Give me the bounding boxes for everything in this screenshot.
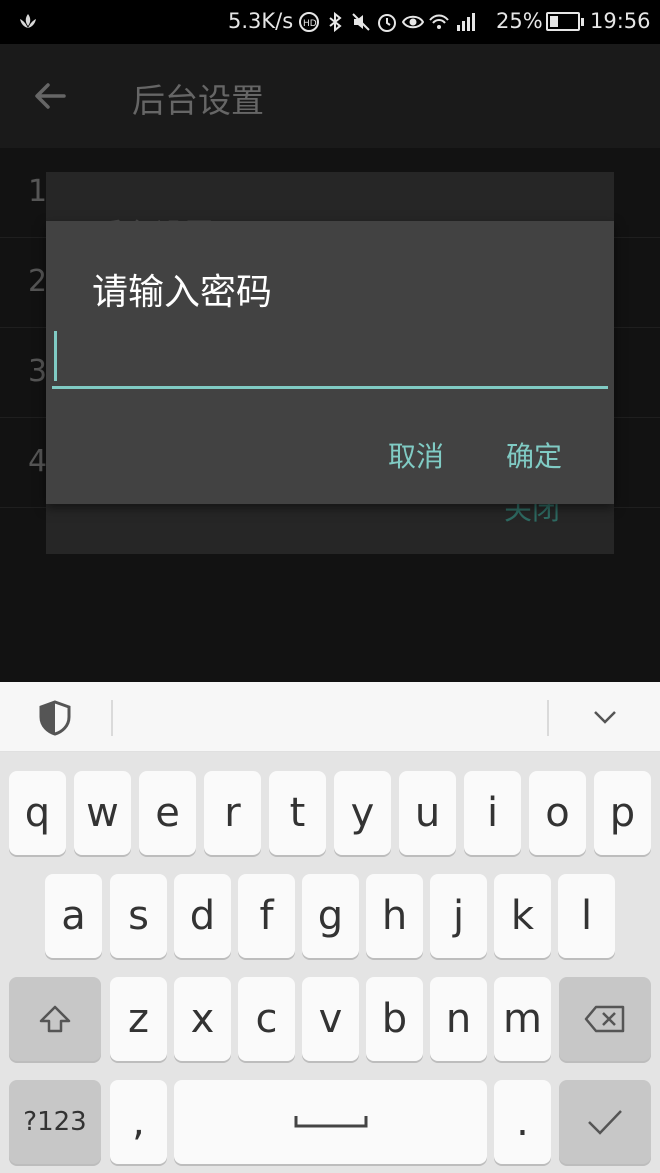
key-f[interactable]: f xyxy=(238,874,295,958)
key-u[interactable]: u xyxy=(399,771,456,855)
shield-icon[interactable] xyxy=(38,700,72,736)
key-b[interactable]: b xyxy=(366,977,423,1061)
password-input[interactable] xyxy=(52,327,608,389)
list-item-number: 3 xyxy=(28,354,48,389)
shift-icon xyxy=(39,1005,71,1033)
enter-key[interactable] xyxy=(559,1080,651,1164)
key-n[interactable]: n xyxy=(430,977,487,1061)
checkmark-icon xyxy=(588,1110,622,1135)
status-icons: HD xyxy=(298,9,476,35)
password-dialog: 请输入密码 取消 确定 xyxy=(46,221,614,504)
shift-key[interactable] xyxy=(9,977,101,1061)
network-speed: 5.3K/s xyxy=(228,9,294,33)
status-bar: 5.3K/s HD 25% 19:56 xyxy=(0,0,660,44)
cancel-button[interactable]: 取消 xyxy=(388,435,444,475)
page-title: 后台设置 xyxy=(132,81,264,120)
space-key[interactable] xyxy=(174,1080,487,1164)
symbols-key[interactable]: ?123 xyxy=(9,1080,101,1164)
comma-key[interactable]: , xyxy=(110,1080,167,1164)
soft-keyboard: q w e r t y u i o p a s d f g h j k l z … xyxy=(0,752,660,1173)
mute-icon xyxy=(350,11,372,33)
key-p[interactable]: p xyxy=(594,771,651,855)
key-z[interactable]: z xyxy=(110,977,167,1061)
key-j[interactable]: j xyxy=(430,874,487,958)
alarm-icon xyxy=(376,11,398,33)
backspace-icon xyxy=(584,1005,625,1033)
screen: 5.3K/s HD 25% 19:56 后台设置 1 2 3 4 关闭 请输入密… xyxy=(0,0,660,1173)
dialog-title: 请输入密码 xyxy=(92,272,273,313)
key-q[interactable]: q xyxy=(9,771,66,855)
key-m[interactable]: m xyxy=(494,977,551,1061)
key-l[interactable]: l xyxy=(558,874,615,958)
list-item-number: 1 xyxy=(28,174,48,209)
key-e[interactable]: e xyxy=(139,771,196,855)
key-c[interactable]: c xyxy=(238,977,295,1061)
backspace-key[interactable] xyxy=(559,977,651,1061)
key-y[interactable]: y xyxy=(334,771,391,855)
toolbar-divider xyxy=(111,700,113,736)
bluetooth-icon xyxy=(324,11,346,33)
list-item-number: 4 xyxy=(28,444,48,479)
key-s[interactable]: s xyxy=(110,874,167,958)
battery-icon xyxy=(546,12,584,31)
chevron-down-icon[interactable] xyxy=(590,704,620,730)
key-r[interactable]: r xyxy=(204,771,261,855)
key-w[interactable]: w xyxy=(74,771,131,855)
key-d[interactable]: d xyxy=(174,874,231,958)
key-k[interactable]: k xyxy=(494,874,551,958)
key-i[interactable]: i xyxy=(464,771,521,855)
eye-icon xyxy=(401,11,425,33)
key-v[interactable]: v xyxy=(302,977,359,1061)
toolbar-divider xyxy=(547,700,549,736)
hd-icon: HD xyxy=(298,11,320,33)
back-arrow-icon[interactable] xyxy=(32,78,68,114)
period-key[interactable]: . xyxy=(494,1080,551,1164)
key-h[interactable]: h xyxy=(366,874,423,958)
key-x[interactable]: x xyxy=(174,977,231,1061)
key-a[interactable]: a xyxy=(45,874,102,958)
key-t[interactable]: t xyxy=(269,771,326,855)
wifi-icon xyxy=(428,11,450,33)
lotus-icon xyxy=(20,14,36,28)
space-bar-icon xyxy=(294,1116,367,1128)
key-o[interactable]: o xyxy=(529,771,586,855)
signal-icon xyxy=(454,11,476,33)
clock: 19:56 xyxy=(590,9,651,33)
key-g[interactable]: g xyxy=(302,874,359,958)
keyboard-toolbar xyxy=(0,682,660,752)
svg-text:HD: HD xyxy=(303,19,317,29)
battery-percent: 25% xyxy=(496,9,543,33)
app-bar: 后台设置 xyxy=(0,44,660,148)
list-item-number: 2 xyxy=(28,264,48,299)
confirm-button[interactable]: 确定 xyxy=(506,435,562,475)
text-cursor xyxy=(54,331,57,381)
